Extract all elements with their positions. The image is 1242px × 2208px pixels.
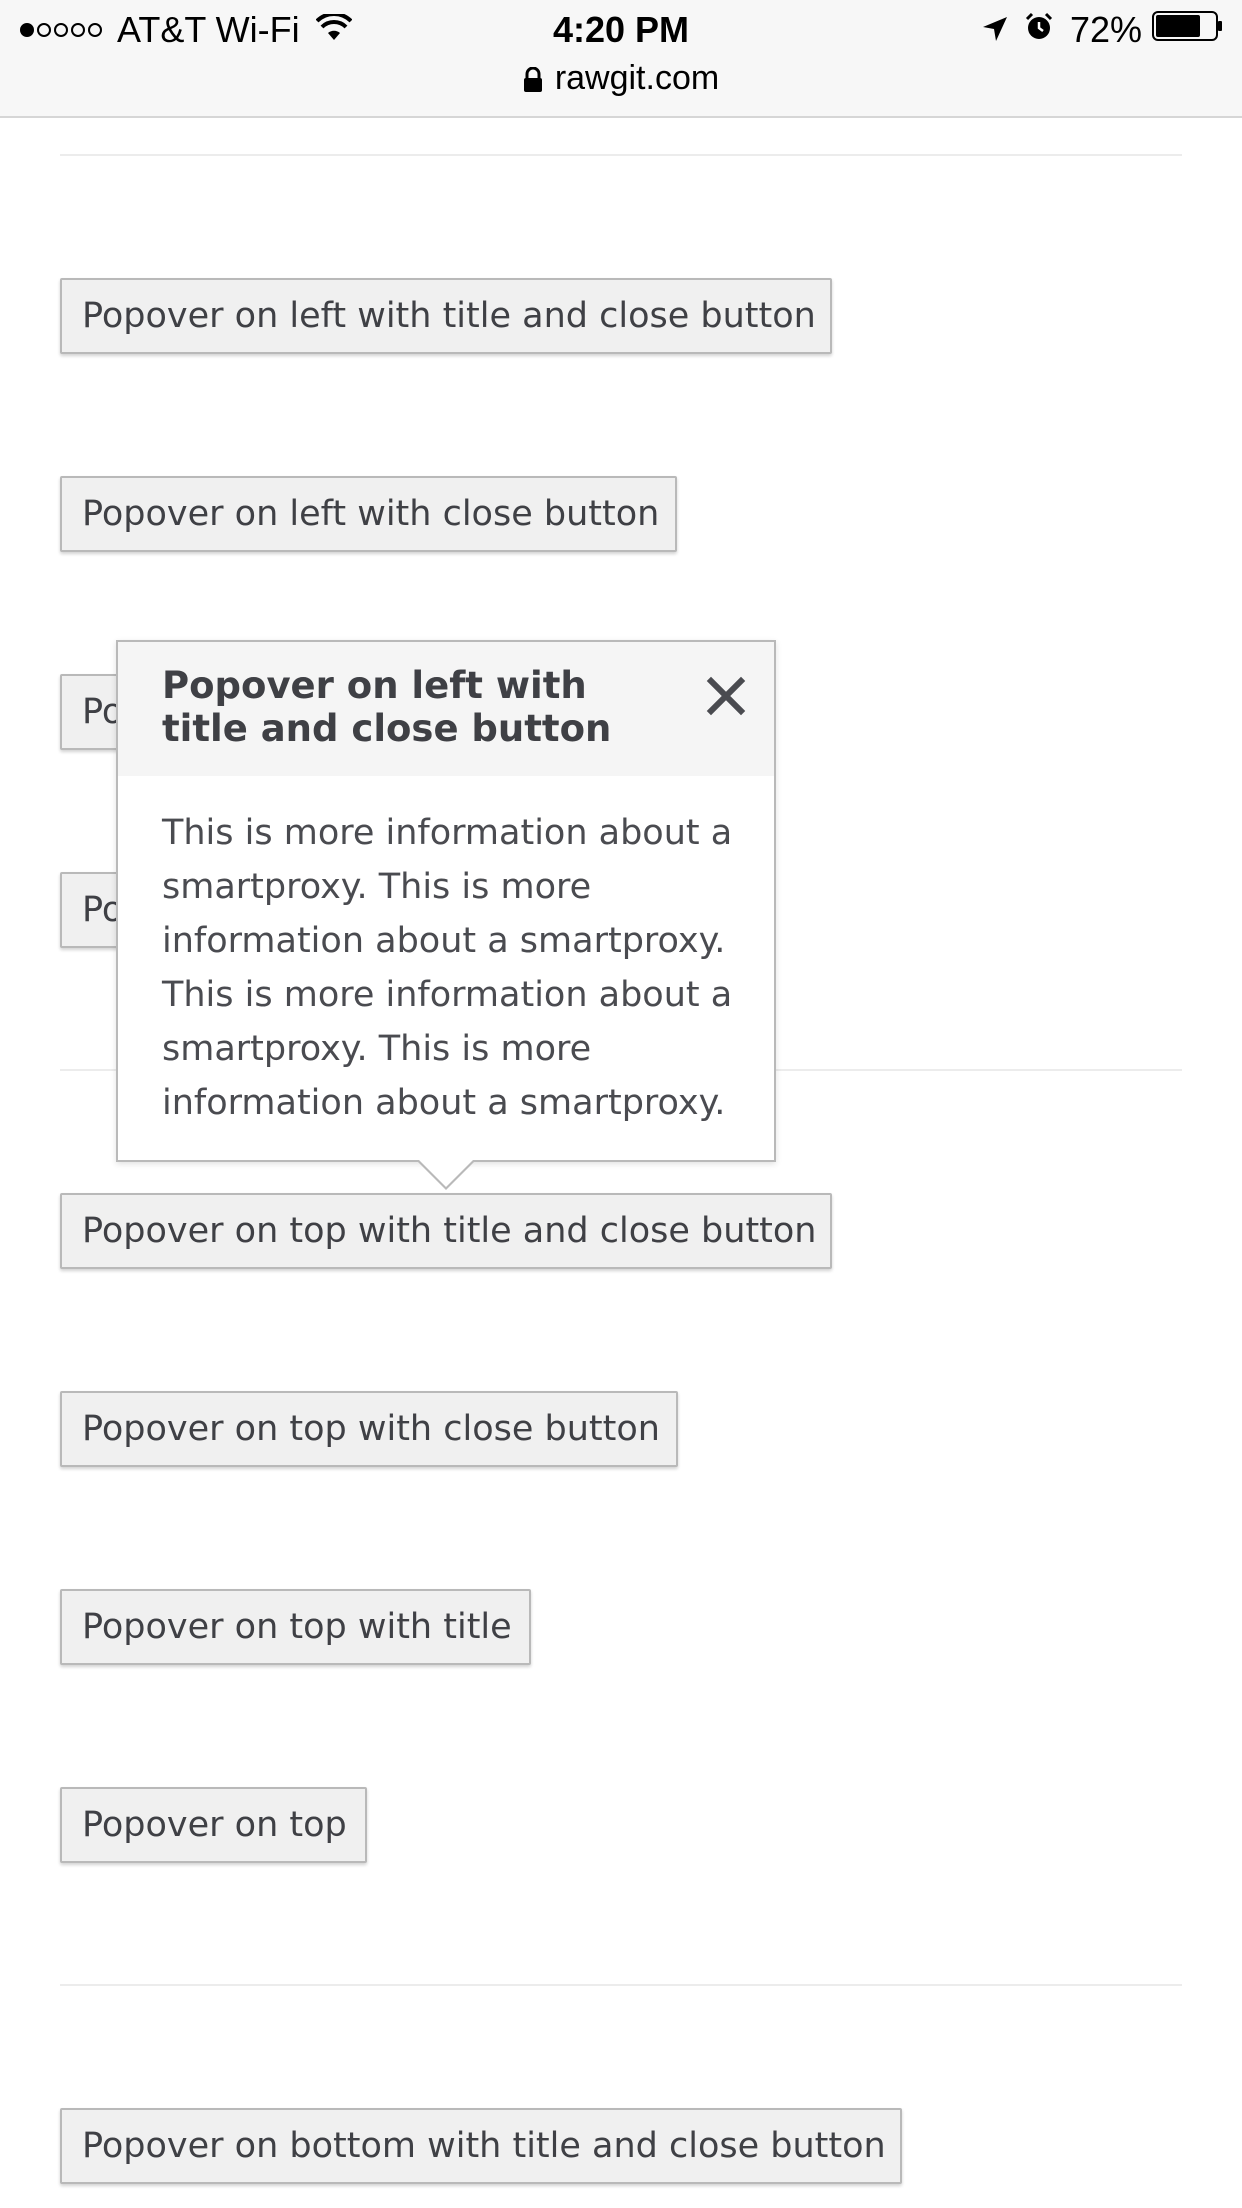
close-icon[interactable] xyxy=(698,668,754,724)
section-divider xyxy=(60,1984,1182,1986)
popover-header: Popover on left with title and close but… xyxy=(118,642,774,776)
alarm-icon xyxy=(1024,9,1054,51)
popover-bottom-title-close-button[interactable]: Popover on bottom with title and close b… xyxy=(60,2108,902,2184)
address-bar[interactable]: rawgit.com xyxy=(0,56,1242,100)
popover-title: Popover on left with title and close but… xyxy=(162,664,612,750)
popover-left-title-close-button[interactable]: Popover on left with title and close but… xyxy=(60,278,832,354)
location-arrow-icon xyxy=(982,9,1008,51)
popover-left-close-button[interactable]: Popover on left with close button xyxy=(60,476,677,552)
popover-top-close-button[interactable]: Popover on top with close button xyxy=(60,1391,678,1467)
status-right: 72% xyxy=(982,8,1224,52)
popover-arrow-fill xyxy=(418,1159,474,1187)
section-divider xyxy=(60,154,1182,156)
battery-icon xyxy=(1152,9,1224,51)
lock-icon xyxy=(523,60,543,104)
popover-top-title-close-button[interactable]: Popover on top with title and close butt… xyxy=(60,1193,832,1269)
popover-top-title-button[interactable]: Popover on top with title xyxy=(60,1589,531,1665)
url-text: rawgit.com xyxy=(554,59,720,97)
popover: Popover on left with title and close but… xyxy=(116,640,776,1190)
popover-body: This is more information about a smartpr… xyxy=(162,813,733,1123)
popover-top-button[interactable]: Popover on top xyxy=(60,1787,367,1863)
battery-percent: 72% xyxy=(1069,9,1142,50)
status-bar: AT&T Wi-Fi 4:20 PM rawgit.com 72% xyxy=(0,0,1242,118)
